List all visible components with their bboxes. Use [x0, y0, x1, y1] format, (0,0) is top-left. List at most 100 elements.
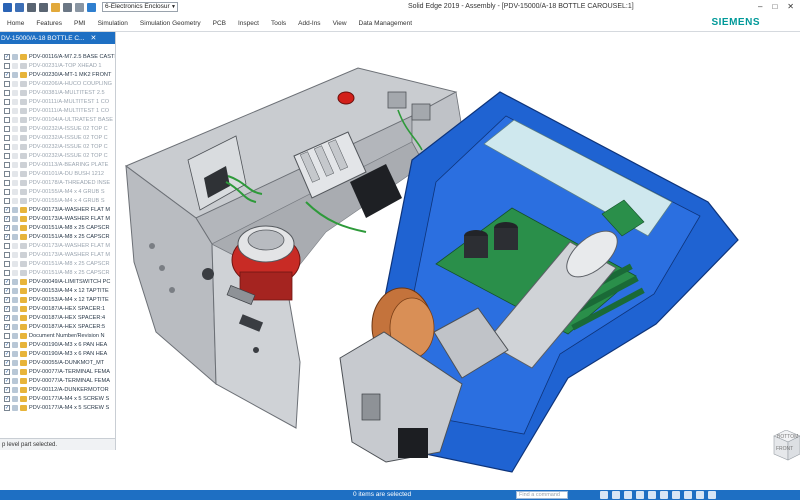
tree-row[interactable]: PDV-00155/A-M4 x 4 GRUB S — [0, 196, 115, 205]
visibility-checkbox[interactable]: ✓ — [4, 53, 10, 60]
visibility-checkbox[interactable] — [4, 62, 10, 69]
tree-row[interactable]: ✓ PDV-00177/A-M4 x 5 SCREW S — [0, 403, 115, 412]
visibility-checkbox[interactable]: ✓ — [4, 341, 10, 348]
tree-row[interactable]: ✓ PDV-00112/A-DUNKERMOTOR — [0, 385, 115, 394]
visibility-checkbox[interactable]: ✓ — [4, 233, 10, 240]
tab-simulation-geometry[interactable]: Simulation Geometry — [137, 20, 210, 27]
tree-row[interactable]: PDV-00232/A-ISSUE 02 TOP C — [0, 124, 115, 133]
tree-row[interactable]: Document Number/Revision N — [0, 331, 115, 340]
visibility-checkbox[interactable] — [4, 179, 10, 186]
visibility-checkbox[interactable] — [4, 89, 10, 96]
undo-icon[interactable] — [27, 2, 36, 12]
close-button[interactable]: ✕ — [787, 2, 794, 11]
tab-simulation[interactable]: Simulation — [95, 20, 137, 27]
display-style-icon[interactable] — [660, 491, 668, 499]
tree-row[interactable]: PDV-00232/A-ISSUE 02 TOP C — [0, 142, 115, 151]
graphics-viewport[interactable] — [116, 32, 800, 490]
tab-pcb[interactable]: PCB — [210, 20, 235, 27]
visibility-checkbox[interactable]: ✓ — [4, 287, 10, 294]
visibility-checkbox[interactable]: ✓ — [4, 278, 10, 285]
visibility-checkbox[interactable]: ✓ — [4, 206, 10, 213]
tree-row[interactable]: ✓ PDV-00077/A-TERMINAL FEMA — [0, 367, 115, 376]
settings-icon[interactable] — [708, 491, 716, 499]
visibility-checkbox[interactable]: ✓ — [4, 404, 10, 411]
section-view-icon[interactable] — [684, 491, 692, 499]
visibility-checkbox[interactable]: ✓ — [4, 305, 10, 312]
print-icon[interactable] — [63, 2, 72, 12]
close-icon[interactable]: ✕ — [90, 34, 96, 42]
visibility-checkbox[interactable] — [4, 332, 10, 339]
view-cube[interactable]: BOTTOM FRONT — [770, 429, 800, 462]
tree-row[interactable]: ✓ PDV-00055/A-DUNKMOT_MT — [0, 358, 115, 367]
tree-row[interactable]: ✓ PDV-00077/A-TERMINAL FEMA — [0, 376, 115, 385]
tree-row[interactable]: PDV-00381/A-MULTITEST 2.5 — [0, 88, 115, 97]
tab-home[interactable]: Home — [4, 20, 33, 27]
visibility-checkbox[interactable]: ✓ — [4, 323, 10, 330]
visibility-checkbox[interactable] — [4, 170, 10, 177]
shading-icon[interactable] — [672, 491, 680, 499]
tree-row[interactable]: ✓ PDV-00173/A-WASHER FLAT M — [0, 214, 115, 223]
tab-pmi[interactable]: PMI — [71, 20, 95, 27]
visibility-checkbox[interactable] — [4, 152, 10, 159]
camera-icon[interactable] — [696, 491, 704, 499]
zoom-icon[interactable] — [600, 491, 608, 499]
visibility-checkbox[interactable] — [4, 251, 10, 258]
rotate-icon[interactable] — [636, 491, 644, 499]
tree-row[interactable]: PDV-00111/A-MULTITEST 1 CO — [0, 106, 115, 115]
tree-row[interactable]: PDV-00173/A-WASHER FLAT M — [0, 250, 115, 259]
visibility-checkbox[interactable] — [4, 98, 10, 105]
tree-row[interactable]: PDV-00101/A-DU BUSH 1212 — [0, 169, 115, 178]
visibility-checkbox[interactable]: ✓ — [4, 377, 10, 384]
document-selector[interactable]: 6-Electronics Enclosur ▼ — [102, 2, 178, 12]
select-tool-icon[interactable] — [75, 2, 84, 12]
visibility-checkbox[interactable] — [4, 269, 10, 276]
tree-row[interactable]: ✓ PDV-00049/A-LIMITSWITCH PC — [0, 277, 115, 286]
visibility-checkbox[interactable] — [4, 107, 10, 114]
pan-icon[interactable] — [624, 491, 632, 499]
visibility-checkbox[interactable] — [4, 197, 10, 204]
tree-row[interactable]: ✓ PDV-00151/A-M8 x 25 CAPSCR — [0, 223, 115, 232]
tab-add-ins[interactable]: Add-Ins — [295, 20, 329, 27]
visibility-checkbox[interactable]: ✓ — [4, 368, 10, 375]
tree-row[interactable]: ✓ PDV-00187/A-HEX SPACER:5 — [0, 322, 115, 331]
tree-row[interactable]: ✓ PDV-00153/A-M4 x 12 TAPTITE — [0, 295, 115, 304]
visibility-checkbox[interactable] — [4, 116, 10, 123]
visibility-checkbox[interactable]: ✓ — [4, 350, 10, 357]
visibility-checkbox[interactable] — [4, 188, 10, 195]
visibility-checkbox[interactable]: ✓ — [4, 296, 10, 303]
tree-row[interactable]: ✓ PDV-00190/A-M3 x 6 PAN HEA — [0, 349, 115, 358]
tree-row[interactable]: ✓ PDV-00230/A-MT-1 MK2 FRONT — [0, 70, 115, 79]
tree-row[interactable]: PDV-00104/A-ULTRATEST BASE — [0, 115, 115, 124]
solid-edge-logo-icon[interactable] — [3, 2, 12, 12]
tree-row[interactable]: PDV-00113/A-BEARING PLATE — [0, 160, 115, 169]
fit-view-icon[interactable] — [612, 491, 620, 499]
visibility-checkbox[interactable] — [4, 161, 10, 168]
tab-inspect[interactable]: Inspect — [235, 20, 268, 27]
tree-row[interactable]: ✓ PDV-00173/A-WASHER FLAT M — [0, 205, 115, 214]
tree-row[interactable]: ✓ PDV-00187/A-HEX SPACER:1 — [0, 304, 115, 313]
tree-row[interactable]: PDV-00151/A-M8 x 25 CAPSCR — [0, 259, 115, 268]
tree-row[interactable]: PDV-00173/A-WASHER FLAT M — [0, 241, 115, 250]
tree-row[interactable]: PDV-00155/A-M4 x 4 GRUB S — [0, 187, 115, 196]
tree-row[interactable]: ✓ PDV-00116/A-M7.2.5 BASE CASTING — [0, 52, 115, 61]
zoom-icon[interactable] — [87, 2, 96, 12]
tab-view[interactable]: View — [330, 20, 356, 27]
visibility-checkbox[interactable] — [4, 80, 10, 87]
visibility-checkbox[interactable]: ✓ — [4, 395, 10, 402]
tree-row[interactable]: PDV-00151/A-M8 x 25 CAPSCR — [0, 268, 115, 277]
tree-row[interactable]: ✓ PDV-00187/A-HEX SPACER:4 — [0, 313, 115, 322]
visibility-checkbox[interactable] — [4, 125, 10, 132]
visibility-checkbox[interactable]: ✓ — [4, 71, 10, 78]
save-icon[interactable] — [15, 2, 24, 12]
command-finder-input[interactable]: Find a command — [516, 491, 568, 499]
minimize-button[interactable]: – — [758, 2, 762, 11]
visibility-checkbox[interactable] — [4, 134, 10, 141]
visibility-checkbox[interactable]: ✓ — [4, 359, 10, 366]
visibility-checkbox[interactable] — [4, 242, 10, 249]
tree-row[interactable]: PDV-00178/A-THREADED INSE — [0, 178, 115, 187]
visibility-checkbox[interactable]: ✓ — [4, 386, 10, 393]
visibility-checkbox[interactable]: ✓ — [4, 224, 10, 231]
tree-row[interactable]: PDV-00111/A-MULTITEST 1 CO — [0, 97, 115, 106]
open-icon[interactable] — [51, 2, 60, 12]
tab-tools[interactable]: Tools — [268, 20, 295, 27]
